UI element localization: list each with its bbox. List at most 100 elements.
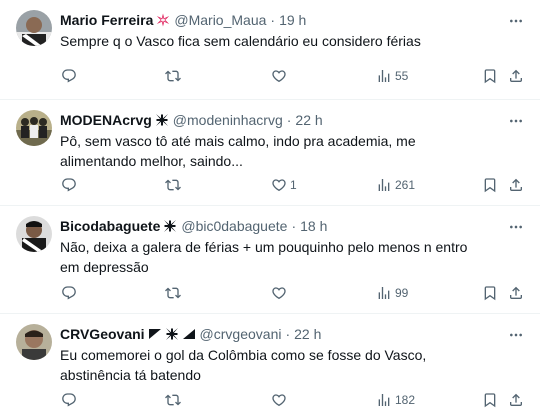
reply-button[interactable] [61, 176, 80, 194]
more-options-icon[interactable] [508, 13, 524, 29]
views-bar-icon [376, 68, 392, 84]
repost-button[interactable] [165, 391, 184, 409]
repost-button[interactable] [165, 67, 184, 85]
view-count: 99 [395, 286, 409, 300]
avatar[interactable] [16, 10, 52, 46]
more-options-icon[interactable] [508, 327, 524, 343]
like-button[interactable] [271, 391, 290, 409]
display-name[interactable]: CRVGeovani [60, 324, 145, 344]
user-handle[interactable]: @Mario_Maua [174, 10, 266, 30]
bookmark-button[interactable] [482, 391, 498, 409]
like-count: 1 [290, 178, 297, 192]
avatar[interactable] [16, 324, 52, 360]
repost-icon [165, 68, 181, 84]
reply-icon [61, 285, 77, 301]
heart-icon [271, 68, 287, 84]
red-star-icon [156, 13, 170, 27]
views-button[interactable]: 261 [376, 176, 415, 194]
post[interactable]: MODENAcrvg @modeninhacrvg · 22 h Pô, sem… [0, 100, 540, 206]
share-icon [508, 392, 524, 408]
timestamp[interactable]: 19 h [279, 10, 306, 30]
more-options-icon[interactable] [508, 113, 524, 129]
post-text: Não, deixa a galera de férias + um pouqu… [60, 239, 468, 275]
maltese-cross-icon [165, 327, 179, 341]
display-name[interactable]: MODENAcrvg [60, 110, 152, 130]
like-button[interactable] [271, 284, 290, 302]
display-name[interactable]: Mario Ferreira [60, 10, 153, 30]
post-text: Pô, sem vasco tô até mais calmo, indo pr… [60, 133, 416, 169]
more-options-icon[interactable] [508, 219, 524, 235]
repost-icon [165, 285, 181, 301]
sash-right-icon [182, 327, 196, 341]
like-button[interactable] [271, 67, 290, 85]
replies-feed: Mario Ferreira @Mario_Maua · 19 h Sempre… [0, 0, 540, 414]
bookmark-button[interactable] [482, 67, 498, 85]
reply-button[interactable] [61, 284, 80, 302]
reply-icon [61, 177, 77, 193]
post-header: Mario Ferreira @Mario_Maua · 19 h [60, 10, 500, 30]
reply-button[interactable] [61, 67, 80, 85]
avatar[interactable] [16, 216, 52, 252]
post-actions: 182 [0, 391, 540, 413]
reply-icon [61, 68, 77, 84]
reply-icon [61, 392, 77, 408]
post-actions: 55 [0, 67, 540, 89]
views-button[interactable]: 182 [376, 391, 415, 409]
views-bar-icon [376, 177, 392, 193]
bookmark-icon [482, 285, 498, 301]
maltese-cross-icon [163, 219, 177, 233]
user-handle[interactable]: @modeninhacrvg [173, 110, 283, 130]
display-name[interactable]: Bicodabaguete [60, 216, 160, 236]
bookmark-icon [482, 177, 498, 193]
bookmark-button[interactable] [482, 176, 498, 194]
separator: · [270, 12, 276, 28]
timestamp[interactable]: 18 h [300, 216, 327, 236]
post-actions: 99 [0, 284, 540, 306]
separator: · [291, 218, 297, 234]
post-text: Sempre q o Vasco fica sem calendário eu … [60, 33, 421, 49]
post-header: CRVGeovani @crvgeovani · 22 h [60, 324, 500, 344]
repost-button[interactable] [165, 284, 184, 302]
heart-icon [271, 177, 287, 193]
post[interactable]: CRVGeovani @crvgeovani · 22 h Eu comemor… [0, 314, 540, 414]
share-icon [508, 177, 524, 193]
bookmark-button[interactable] [482, 284, 498, 302]
user-handle[interactable]: @bic0dabaguete [181, 216, 287, 236]
share-button[interactable] [508, 391, 524, 409]
repost-icon [165, 392, 181, 408]
heart-icon [271, 392, 287, 408]
post-header: Bicodabaguete @bic0dabaguete · 18 h [60, 216, 500, 236]
timestamp[interactable]: 22 h [295, 110, 322, 130]
avatar[interactable] [16, 110, 52, 146]
post-actions: 1 261 [0, 176, 540, 198]
view-count: 55 [395, 69, 409, 83]
share-icon [508, 68, 524, 84]
reply-button[interactable] [61, 391, 80, 409]
views-button[interactable]: 55 [376, 67, 408, 85]
post[interactable]: Mario Ferreira @Mario_Maua · 19 h Sempre… [0, 0, 540, 100]
user-handle[interactable]: @crvgeovani [200, 324, 282, 344]
share-button[interactable] [508, 284, 524, 302]
share-icon [508, 285, 524, 301]
post[interactable]: Bicodabaguete @bic0dabaguete · 18 h Não,… [0, 206, 540, 314]
view-count: 182 [395, 393, 416, 407]
post-header: MODENAcrvg @modeninhacrvg · 22 h [60, 110, 500, 130]
repost-icon [165, 177, 181, 193]
post-text: Eu comemorei o gol da Colômbia como se f… [60, 347, 427, 383]
bookmark-icon [482, 392, 498, 408]
maltese-cross-icon [155, 113, 169, 127]
heart-icon [271, 285, 287, 301]
view-count: 261 [395, 178, 416, 192]
sash-left-icon [148, 327, 162, 341]
views-bar-icon [376, 285, 392, 301]
separator: · [285, 326, 291, 342]
bookmark-icon [482, 68, 498, 84]
repost-button[interactable] [165, 176, 184, 194]
separator: · [286, 112, 292, 128]
share-button[interactable] [508, 67, 524, 85]
share-button[interactable] [508, 176, 524, 194]
views-bar-icon [376, 392, 392, 408]
like-button[interactable]: 1 [271, 176, 297, 194]
views-button[interactable]: 99 [376, 284, 408, 302]
timestamp[interactable]: 22 h [294, 324, 321, 344]
